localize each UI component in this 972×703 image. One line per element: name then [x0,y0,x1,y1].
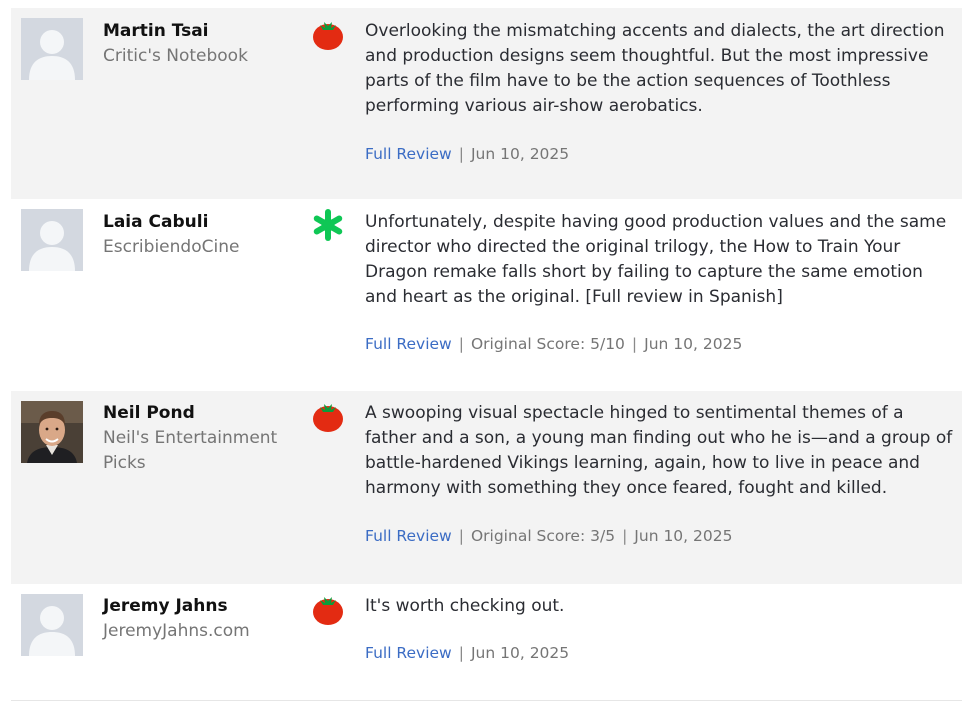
review-quote: Overlooking the mismatching accents and … [365,21,945,116]
critic-name[interactable]: Martin Tsai [103,19,209,44]
fresh-tomato-icon [311,592,345,626]
fresh-tomato-icon [311,399,345,433]
critic-publication[interactable]: Critic's Notebook [103,44,293,69]
full-review-link[interactable]: Full Review [365,145,452,163]
review-quote: A swooping visual spectacle hinged to se… [365,403,953,498]
review-date: Jun 10, 2025 [634,527,733,545]
review-row: Jeremy Jahns JeremyJahns.com It's worth … [11,584,962,694]
critic-name[interactable]: Neil Pond [103,401,195,426]
review-row: Martin Tsai Critic's Notebook Overlookin… [11,8,962,199]
review-quote: It's worth checking out. [365,596,565,616]
review-row: Laia Cabuli EscribiendoCine Unfortunatel… [11,199,962,391]
meta-separator: | [631,335,638,353]
critic-publication[interactable]: Neil's Entertainment Picks [103,426,293,476]
critic-name[interactable]: Jeremy Jahns [103,594,228,619]
critic-name[interactable]: Laia Cabuli [103,210,208,235]
review-meta: Full Review | Jun 10, 2025 [365,642,569,664]
original-score: Original Score: 5/10 [470,335,625,353]
critic-avatar-placeholder[interactable] [21,594,83,656]
meta-separator: | [458,145,464,163]
review-meta: Full Review | Original Score: 3/5 | Jun 10, … [365,525,732,547]
critic-publication[interactable]: JeremyJahns.com [103,619,293,644]
list-bottom-divider [11,700,962,701]
review-meta: Full Review | Original Score: 5/10 | Jun 10,… [365,333,742,355]
review-date: Jun 10, 2025 [644,335,743,353]
meta-separator: | [458,335,464,353]
meta-separator: | [458,527,464,545]
critic-publication[interactable]: EscribiendoCine [103,235,293,260]
review-row: Neil Pond Neil's Entertainment Picks A s… [11,391,962,584]
review-quote: Unfortunately, despite having good produ… [365,212,947,307]
full-review-link[interactable]: Full Review [365,335,452,353]
meta-separator: | [622,527,628,545]
critic-reviews-list: Martin Tsai Critic's Notebook Overlookin… [11,8,962,694]
critic-avatar-photo[interactable] [21,401,83,463]
critic-avatar-placeholder[interactable] [21,18,83,80]
review-date: Jun 10, 2025 [470,145,570,163]
review-date: Jun 10, 2025 [470,644,570,662]
critic-avatar-placeholder[interactable] [21,209,83,271]
fresh-tomato-icon [311,17,345,51]
original-score: Original Score: 3/5 [470,527,616,545]
full-review-link[interactable]: Full Review [365,644,452,662]
review-meta: Full Review | Jun 10, 2025 [365,143,569,165]
rotten-splat-icon [311,208,345,242]
meta-separator: | [458,644,464,662]
full-review-link[interactable]: Full Review [365,527,452,545]
